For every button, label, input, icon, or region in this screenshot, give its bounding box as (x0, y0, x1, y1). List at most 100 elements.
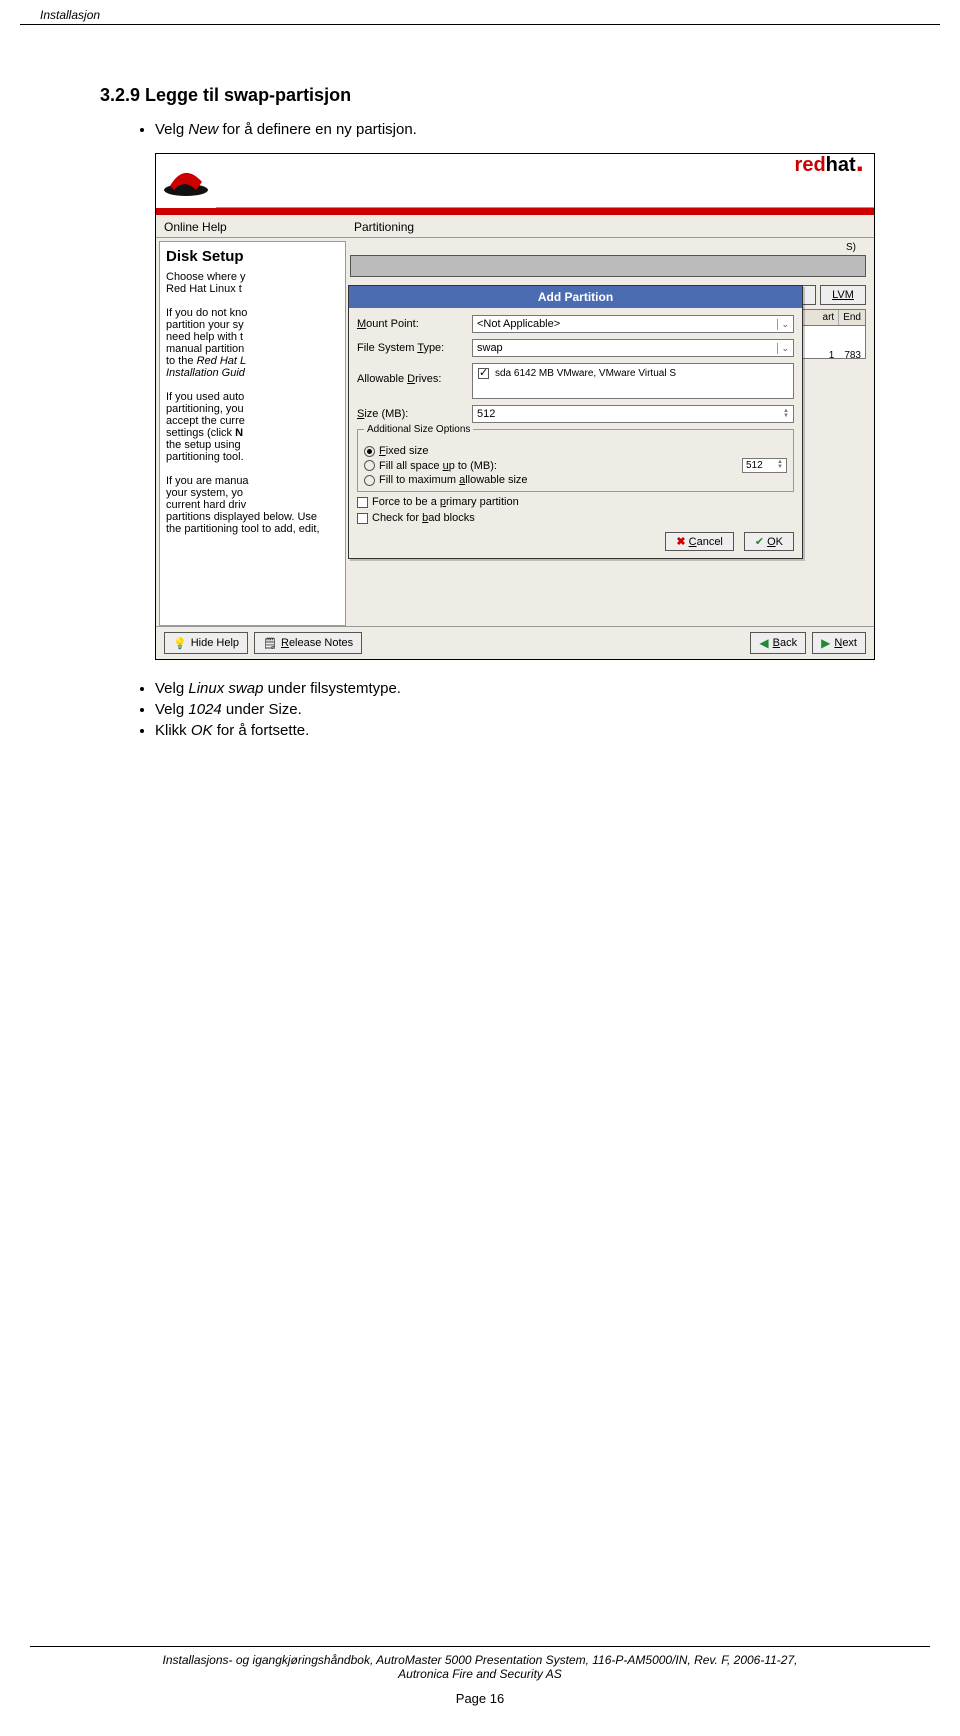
opt-fill-max-label: Fill to maximum allowable size (379, 474, 528, 486)
help-line: partitioning tool. (166, 451, 244, 463)
bullet-em: Linux swap (188, 680, 263, 697)
radio-fill-up-to[interactable] (364, 460, 375, 471)
help-box: Disk Setup Choose where y Red Hat Linux … (159, 241, 346, 626)
force-primary-checkbox[interactable] (357, 497, 368, 508)
bullet-text: under filsystemtype. (263, 680, 401, 697)
hide-help-label: Hide Help (191, 637, 239, 649)
drives-value: sda 6142 MB VMware, VMware Virtual S (495, 368, 676, 379)
arrow-left-icon: ◀ (759, 636, 768, 650)
force-primary-label: Force to be a primary partition (372, 496, 519, 508)
footer-line2: Autronica Fire and Security AS (30, 1667, 930, 1681)
help-line: the setup using (166, 439, 241, 451)
help-line: the partitioning tool to add, edit, (166, 523, 320, 535)
ok-icon: ✔ (755, 535, 764, 548)
help-line: partitions displayed below. Use (166, 511, 317, 523)
col-art: art (819, 310, 840, 325)
fill-to-spinner[interactable]: 512 ▲▼ (742, 458, 787, 473)
installer-screenshot: redhat. Online Help Disk Setup Choose wh… (155, 153, 875, 660)
redhat-hat-icon (156, 154, 216, 208)
footer-line1: Installasjons- og igangkjøringshåndbok, … (30, 1653, 930, 1667)
help-line: If you are manua (166, 475, 249, 487)
bad-blocks-checkbox[interactable] (357, 513, 368, 524)
lvm-label: LVM (832, 289, 854, 301)
banner: redhat. (156, 154, 874, 208)
radio-fill-max[interactable] (364, 475, 375, 486)
drives-list[interactable]: sda 6142 MB VMware, VMware Virtual S (472, 363, 794, 399)
help-line: partition your sy (166, 319, 244, 331)
lvm-button[interactable]: LVM (820, 285, 866, 305)
bullet-text: Klikk (155, 722, 191, 739)
help-line: manual partition (166, 343, 244, 355)
chapter-header: Installasjon (20, 0, 940, 25)
bullet-text: Velg (155, 680, 188, 697)
help-line: partitioning, you (166, 403, 244, 415)
spinner-icon: ▲▼ (777, 460, 783, 471)
mount-point-field[interactable]: <Not Applicable> ⌄ (472, 315, 794, 333)
wizard-footer: 💡 Hide Help 🗒 Release Notes ◀ Back ▶ Nex… (156, 626, 874, 659)
ok-button[interactable]: ✔ OK (744, 532, 794, 551)
size-label: Size (MB): (357, 408, 467, 420)
release-notes-button[interactable]: 🗒 Release Notes (254, 632, 362, 654)
next-label: Next (834, 637, 857, 649)
help-line: Red Hat Linux t (166, 283, 242, 295)
next-button[interactable]: ▶ Next (812, 632, 866, 654)
bottom-bullets: Velg Linux swap under filsystemtype. Vel… (155, 680, 890, 739)
group-legend: Additional Size Options (364, 424, 473, 435)
section-heading: 3.2.9 Legge til swap-partisjon (100, 85, 890, 106)
cancel-icon: ✖ (676, 535, 685, 548)
additional-size-options: Additional Size Options Fixed size Fill … (357, 429, 794, 492)
bullet-text: for å fortsette. (213, 722, 310, 739)
fs-type-value: swap (477, 342, 503, 354)
red-bar (156, 208, 874, 215)
notes-icon: 🗒 (263, 637, 277, 650)
help-line: your system, yo (166, 487, 243, 499)
help-line: settings (click (166, 427, 235, 439)
help-line: N (235, 427, 243, 439)
size-field[interactable]: 512 ▲▼ (472, 405, 794, 423)
drives-label: Allowable Drives: (357, 363, 467, 385)
hide-help-button[interactable]: 💡 Hide Help (164, 632, 248, 654)
mount-point-value: <Not Applicable> (477, 318, 560, 330)
back-label: Back (773, 637, 797, 649)
size-value: 512 (477, 408, 495, 420)
spinner-icon[interactable]: ▲▼ (783, 409, 789, 419)
cancel-button[interactable]: ✖ Cancel (665, 532, 733, 551)
bullet-text: under Size. (222, 701, 302, 718)
arrow-right-icon: ▶ (821, 636, 830, 650)
content: 3.2.9 Legge til swap-partisjon Velg New … (0, 25, 960, 739)
add-partition-dialog: Add Partition Mount Point: <Not Applicab… (348, 285, 803, 559)
top-bullets: Velg New for å definere en ny partisjon. (155, 121, 890, 138)
cancel-label: Cancel (689, 536, 723, 548)
lightbulb-icon: 💡 (173, 637, 187, 650)
help-heading: Disk Setup (166, 248, 339, 265)
help-line: Choose where y (166, 271, 246, 283)
left-col-title: Online Help (156, 215, 346, 238)
bullet-em: 1024 (188, 701, 221, 718)
help-line: to the (166, 355, 197, 367)
page-number: Page 16 (30, 1691, 930, 1706)
help-line: accept the curre (166, 415, 245, 427)
bullet-item: Velg Linux swap under filsystemtype. (155, 680, 890, 697)
disk-bar (350, 255, 866, 277)
logo-hat: hat (826, 154, 856, 177)
left-column: Online Help Disk Setup Choose where y Re… (156, 215, 346, 626)
back-button[interactable]: ◀ Back (750, 632, 806, 654)
help-line: If you used auto (166, 391, 244, 403)
bullet-text: Velg (155, 121, 188, 138)
help-line: Installation Guid (166, 367, 245, 379)
release-notes-label: Release Notes (281, 637, 353, 649)
bullet-text: for å definere en ny partisjon. (218, 121, 416, 138)
dialog-title: Add Partition (349, 286, 802, 308)
bullet-text: Velg (155, 701, 188, 718)
opt-fill-to-label: Fill all space up to (MB): (379, 460, 497, 472)
radio-fixed-size[interactable] (364, 446, 375, 457)
bullet-em: New (188, 121, 218, 138)
page-footer: Installasjons- og igangkjøringshåndbok, … (30, 1646, 930, 1706)
fs-type-field[interactable]: swap ⌄ (472, 339, 794, 357)
cell: 1 (829, 350, 835, 361)
drive-checkbox[interactable] (478, 368, 489, 379)
bullet-item: Velg 1024 under Size. (155, 701, 890, 718)
chevron-down-icon: ⌄ (777, 319, 789, 330)
help-line: current hard driv (166, 499, 246, 511)
bullet-item: Velg New for å definere en ny partisjon. (155, 121, 890, 138)
